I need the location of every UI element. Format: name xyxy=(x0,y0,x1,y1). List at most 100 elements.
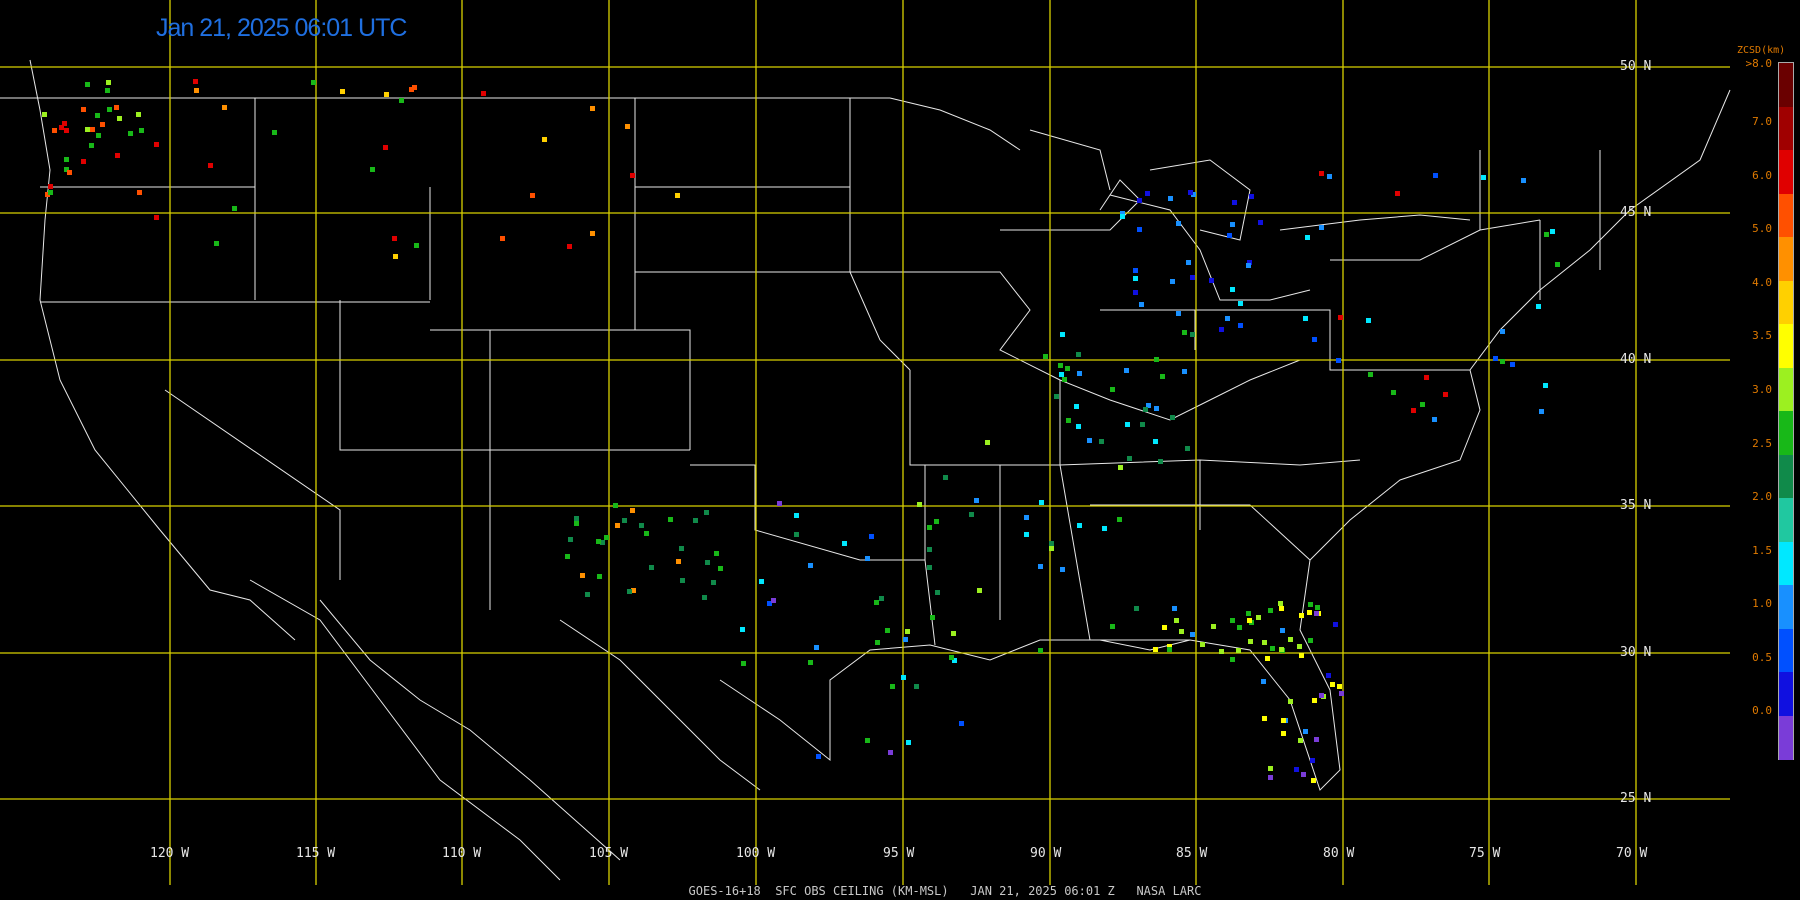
legend-color-segment xyxy=(1779,498,1793,542)
station-marker xyxy=(1182,330,1187,335)
longitude-label: 105 W xyxy=(589,846,629,861)
station-marker xyxy=(1077,371,1082,376)
station-marker xyxy=(154,142,159,147)
station-marker xyxy=(370,167,375,172)
station-marker xyxy=(639,523,644,528)
station-marker xyxy=(1190,632,1195,637)
station-marker xyxy=(1176,311,1181,316)
station-marker xyxy=(903,637,908,642)
station-marker xyxy=(842,541,847,546)
legend-label: 2.0 xyxy=(1752,490,1772,504)
station-marker xyxy=(874,600,879,605)
legend-title: ZCSD(km) xyxy=(1737,45,1786,56)
station-marker xyxy=(340,89,345,94)
legend-label: 3.5 xyxy=(1752,329,1772,343)
station-marker xyxy=(1024,515,1029,520)
station-marker xyxy=(1058,363,1063,368)
station-marker xyxy=(1314,611,1319,616)
station-marker xyxy=(930,615,935,620)
longitude-label: 75 W xyxy=(1469,846,1501,861)
station-marker xyxy=(1225,316,1230,321)
station-marker xyxy=(1209,278,1214,283)
station-marker xyxy=(1162,625,1167,630)
station-marker xyxy=(1307,610,1312,615)
latitude-label: 45 N xyxy=(1620,205,1652,220)
station-marker xyxy=(1258,220,1263,225)
station-marker xyxy=(676,559,681,564)
legend-color-segment xyxy=(1779,715,1793,760)
station-marker xyxy=(1308,638,1313,643)
station-marker xyxy=(500,236,505,241)
station-observations xyxy=(42,79,1560,783)
latitude-label: 35 N xyxy=(1620,498,1652,513)
station-marker xyxy=(714,551,719,556)
station-marker xyxy=(977,588,982,593)
station-marker xyxy=(1059,372,1064,377)
station-marker xyxy=(1288,699,1293,704)
station-marker xyxy=(649,565,654,570)
station-marker xyxy=(1261,679,1266,684)
station-marker xyxy=(1185,446,1190,451)
station-marker xyxy=(128,131,133,136)
station-marker xyxy=(1167,647,1172,652)
station-marker xyxy=(927,565,932,570)
longitude-label: 85 W xyxy=(1176,846,1208,861)
station-marker xyxy=(1311,778,1316,783)
station-marker xyxy=(1190,275,1195,280)
station-marker xyxy=(232,206,237,211)
station-marker xyxy=(702,595,707,600)
station-marker xyxy=(927,547,932,552)
station-marker xyxy=(1443,392,1448,397)
station-marker xyxy=(1288,637,1293,642)
station-marker xyxy=(1170,415,1175,420)
station-marker xyxy=(1211,624,1216,629)
legend-label: 6.0 xyxy=(1752,168,1772,182)
station-marker xyxy=(1493,356,1498,361)
station-marker xyxy=(1190,332,1195,337)
station-marker xyxy=(214,241,219,246)
station-marker xyxy=(1140,422,1145,427)
station-marker xyxy=(668,517,673,522)
station-marker xyxy=(1160,374,1165,379)
station-marker xyxy=(1303,729,1308,734)
legend-color-segment xyxy=(1779,324,1793,368)
station-marker xyxy=(1110,387,1115,392)
station-marker xyxy=(1314,737,1319,742)
station-marker xyxy=(943,475,948,480)
station-marker xyxy=(1303,316,1308,321)
station-marker xyxy=(1099,439,1104,444)
station-marker xyxy=(1294,767,1299,772)
station-marker xyxy=(1120,214,1125,219)
legend-color-segment xyxy=(1779,106,1793,151)
station-marker xyxy=(1268,775,1273,780)
station-marker xyxy=(704,510,709,515)
station-marker xyxy=(1232,200,1237,205)
longitude-label: 110 W xyxy=(442,846,482,861)
station-marker xyxy=(1301,772,1306,777)
timestamp-title: Jan 21, 2025 06:01 UTC xyxy=(156,14,407,42)
station-marker xyxy=(969,512,974,517)
station-marker xyxy=(136,112,141,117)
station-marker xyxy=(90,127,95,132)
station-marker xyxy=(117,116,122,121)
station-marker xyxy=(794,532,799,537)
legend-color-segment xyxy=(1779,150,1793,194)
station-marker xyxy=(1049,541,1054,546)
state-borders xyxy=(0,59,1731,881)
station-marker xyxy=(814,645,819,650)
station-marker xyxy=(1237,625,1242,630)
station-marker xyxy=(1049,546,1054,551)
station-marker xyxy=(927,525,932,530)
station-marker xyxy=(627,589,632,594)
longitude-label: 100 W xyxy=(736,846,776,861)
station-marker xyxy=(1543,383,1548,388)
station-marker xyxy=(1133,268,1138,273)
station-marker xyxy=(1065,366,1070,371)
lat-lon-grid xyxy=(0,0,1730,885)
station-marker xyxy=(100,122,105,127)
station-marker xyxy=(890,684,895,689)
latitude-label: 25 N xyxy=(1620,791,1652,806)
station-marker xyxy=(1137,227,1142,232)
station-marker xyxy=(1077,523,1082,528)
station-marker xyxy=(62,121,67,126)
